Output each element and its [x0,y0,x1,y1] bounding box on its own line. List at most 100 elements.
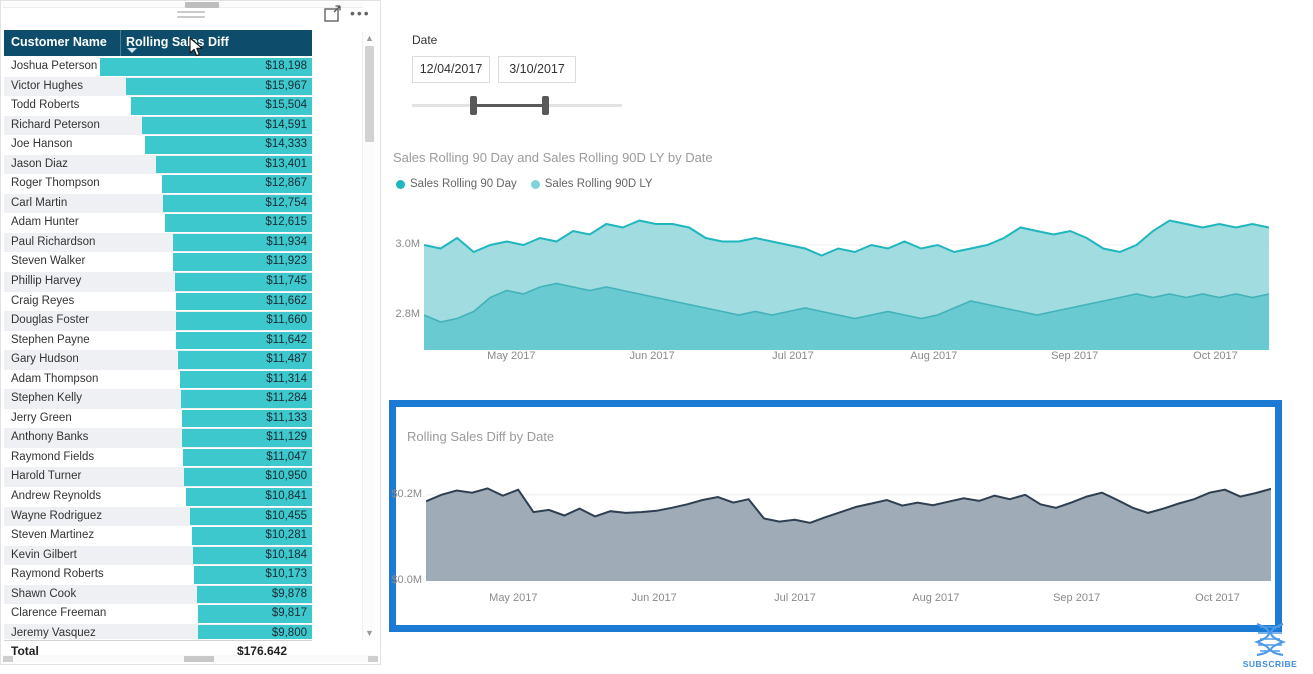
table-row[interactable]: Victor Hughes $15,967 [4,76,312,97]
table-row[interactable]: Craig Reyes $11,662 [4,291,312,312]
table-row[interactable]: Richard Peterson $14,591 [4,115,312,136]
cell-customer-name: Jerry Green [11,411,72,424]
chart1-plot-area[interactable]: 2.8M 3.0M [396,210,1270,350]
x-axis-tick-label: Jun 2017 [629,350,675,362]
date-end-input[interactable]: 3/10/2017 [498,56,576,83]
more-options-icon[interactable]: ••• [350,6,372,21]
scrollbar-thumb-vertical[interactable] [365,46,374,142]
cell-rolling-sales-diff: $11,133 [266,411,307,424]
sales-rolling-90day-chart[interactable]: Sales Rolling 90 Day and Sales Rolling 9… [388,150,1288,375]
chart1-title: Sales Rolling 90 Day and Sales Rolling 9… [393,150,713,165]
cell-rolling-sales-diff: $10,950 [265,470,307,483]
table-row[interactable]: Raymond Roberts $10,173 [4,565,312,585]
cell-customer-name: Raymond Roberts [11,568,104,581]
cell-rolling-sales-diff: $11,745 [266,275,307,288]
table-row[interactable]: Carl Martin $12,754 [4,193,312,214]
legend-color-dot [530,179,540,189]
cell-customer-name: Joe Hanson [11,138,73,151]
cell-customer-name: Kevin Gilbert [11,548,77,561]
cell-rolling-sales-diff: $12,867 [265,177,307,190]
cell-customer-name: Jason Diaz [11,157,68,170]
table-row[interactable]: Joe Hanson $14,333 [4,135,312,155]
power-bi-report-page: ••• Customer Name Rolling Sales Diff Jos… [0,0,1313,674]
legend-item-sales-rolling-90d-ly[interactable]: Sales Rolling 90D LY [530,178,653,190]
table-row[interactable]: Todd Roberts $15,504 [4,96,312,116]
date-range-slider-track[interactable] [412,96,622,115]
x-axis-tick-label: May 2017 [487,350,536,362]
y-axis-tick-label: 3.0M [395,238,420,250]
cell-rolling-sales-diff: $11,284 [266,392,307,405]
focus-mode-icon[interactable] [324,5,342,22]
table-row[interactable]: Douglas Foster $11,660 [4,311,312,331]
table-row[interactable]: Andrew Reynolds $10,841 [4,487,312,507]
legend-label: Sales Rolling 90 Day [410,178,517,190]
cell-customer-name: Douglas Foster [11,314,89,327]
cell-customer-name: Adam Thompson [11,372,99,385]
chart2-title: Rolling Sales Diff by Date [407,429,555,444]
table-top-horizontal-scrollbar[interactable] [3,2,363,8]
cell-customer-name: Raymond Fields [11,450,95,463]
table-row[interactable]: Jason Diaz $13,401 [4,154,312,175]
column-header-rolling-sales-diff[interactable]: Rolling Sales Diff [126,35,229,49]
scroll-right-handle[interactable] [368,656,378,662]
drag-grip-icon[interactable] [177,11,205,22]
table-row[interactable]: Roger Thompson $12,867 [4,174,312,194]
table-row[interactable]: Steven Walker $11,923 [4,252,312,273]
table-row[interactable]: Wayne Rodriguez $10,455 [4,506,312,527]
legend-item-sales-rolling-90-day[interactable]: Sales Rolling 90 Day [396,178,517,190]
scrollbar-thumb-horizontal[interactable] [184,656,214,662]
table-row[interactable]: Harold Turner $10,950 [4,467,312,488]
slider-handle-start[interactable] [470,96,477,115]
table-row[interactable]: Anthony Banks $11,129 [4,428,312,448]
cell-rolling-sales-diff: $9,878 [271,587,307,600]
column-header-customer-name[interactable]: Customer Name [11,35,107,49]
cell-rolling-sales-diff: $12,615 [265,216,307,229]
x-axis-tick-label: Sep 2017 [1053,592,1101,604]
x-axis-tick-label: Sep 2017 [1051,350,1099,362]
table-row[interactable]: Raymond Fields $11,047 [4,447,312,468]
table-row[interactable]: Phillip Harvey $11,745 [4,272,312,292]
table-row[interactable]: Kevin Gilbert $10,184 [4,545,312,566]
table-row[interactable]: Steven Martinez $10,281 [4,526,312,546]
table-row[interactable]: Shawn Cook $9,878 [4,584,312,605]
table-row[interactable]: Clarence Freeman $9,817 [4,604,312,624]
cell-customer-name: Craig Reyes [11,294,75,307]
cell-rolling-sales-diff: $10,184 [265,548,307,561]
table-bottom-horizontal-scrollbar[interactable] [3,655,378,662]
scroll-up-icon[interactable]: ▲ [365,34,374,43]
mouse-cursor-icon [189,37,205,59]
table-row[interactable]: Gary Hudson $11,487 [4,350,312,370]
cell-rolling-sales-diff: $11,129 [266,431,307,444]
date-start-input[interactable]: 12/04/2017 [412,56,490,83]
cell-customer-name: Andrew Reynolds [11,490,102,503]
rolling-sales-diff-chart[interactable]: Rolling Sales Diff by Date $0.0M $0.2M Ma… [389,400,1282,632]
cell-rolling-sales-diff: $11,047 [266,450,307,463]
chart2-plot-area[interactable]: $0.0M $0.2M [391,469,1272,586]
table-row[interactable]: Joshua Peterson $18,198 [4,57,312,77]
table-vertical-scrollbar[interactable]: ▲ ▼ [362,32,375,640]
table-row[interactable]: Adam Thompson $11,314 [4,369,312,390]
cell-rolling-sales-diff: $11,660 [266,314,307,327]
x-axis-tick-label: Jun 2017 [631,592,677,604]
y-axis-tick-label: 2.8M [395,308,420,320]
table-row[interactable]: Jeremy Vasquez $9,800 [4,623,312,639]
cell-customer-name: Roger Thompson [11,177,100,190]
slider-handle-end[interactable] [542,96,549,115]
table-row[interactable]: Jerry Green $11,133 [4,408,312,429]
table-row[interactable]: Adam Hunter $12,615 [4,213,312,233]
table-row[interactable]: Stephen Kelly $11,284 [4,389,312,409]
scroll-down-icon[interactable]: ▼ [365,629,374,638]
x-axis-tick-label: Jul 2017 [774,592,816,604]
sort-descending-icon[interactable] [127,48,137,53]
slider-selected-range [473,104,545,107]
table-row[interactable]: Paul Richardson $11,934 [4,232,312,253]
table-body[interactable]: Joshua Peterson $18,198 Victor Hughes $15,9… [4,57,312,639]
cell-rolling-sales-diff: $11,487 [266,353,307,366]
scrollbar-thumb[interactable] [185,2,219,8]
scroll-left-handle[interactable] [3,656,13,662]
cell-customer-name: Shawn Cook [11,587,77,600]
cell-customer-name: Carl Martin [11,196,68,209]
cell-rolling-sales-diff: $10,455 [265,509,307,522]
table-row[interactable]: Stephen Payne $11,642 [4,330,312,351]
chart1-legend: Sales Rolling 90 Day Sales Rolling 90D L… [396,178,653,190]
